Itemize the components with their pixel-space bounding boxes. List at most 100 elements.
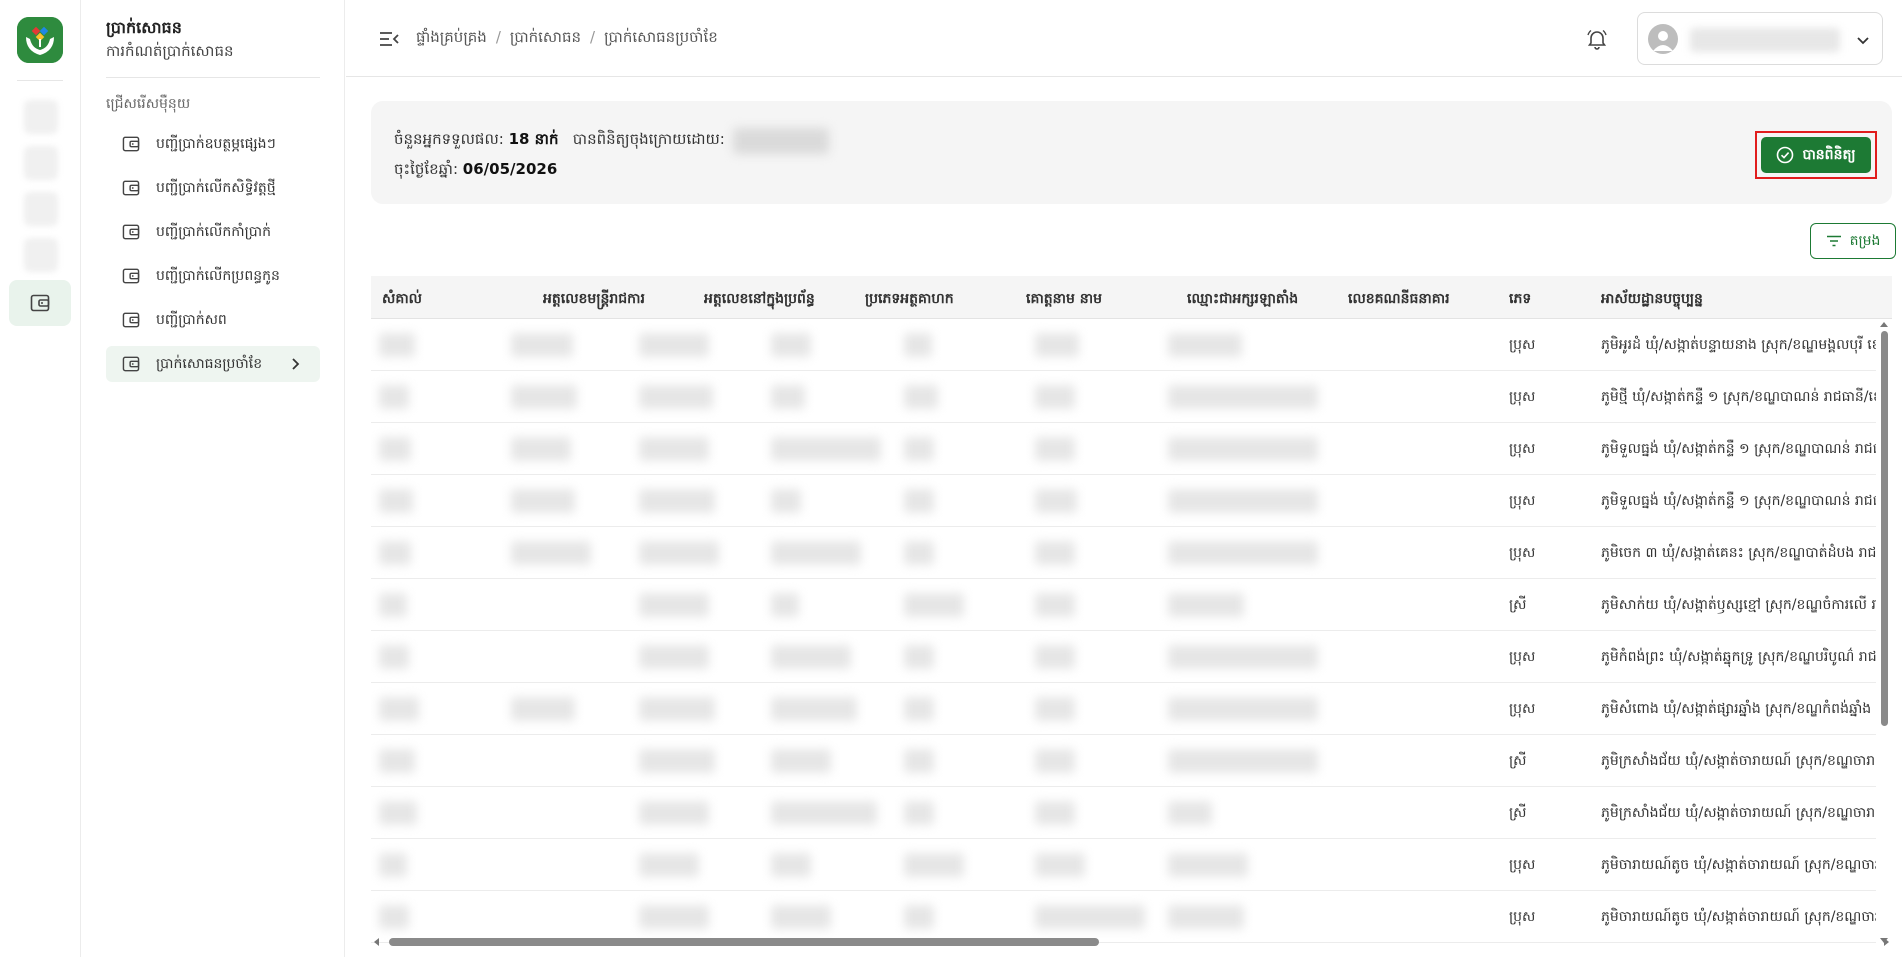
redacted-cell — [1168, 333, 1242, 357]
breadcrumb-dashboard[interactable]: ផ្ទាំងគ្រប់គ្រង — [416, 28, 487, 50]
sidebar-item-monthly-pension[interactable]: ប្រាក់សោធនប្រចាំខែ — [106, 346, 320, 382]
table-row[interactable]: ប្រុស ភូមិថ្មី ឃុំ/សង្កាត់កន្ទឺ ១ ស្រុក/ខ… — [371, 371, 1876, 423]
address-cell: ភូមិចេក ៣ ឃុំ/សង្កាត់គេនះ ស្រុក/ខណ្ឌបាត់… — [1601, 545, 1876, 561]
horizontal-scrollbar[interactable] — [371, 936, 1892, 948]
reviewer-name-redacted — [732, 128, 829, 154]
redacted-cell — [511, 385, 577, 409]
redacted-cell — [771, 905, 831, 929]
table-header: សំគាល់ អត្តលេខមន្ត្រីរាជការ អត្តលេខនៅក្ន… — [371, 276, 1892, 319]
redacted-cell — [1168, 853, 1248, 877]
wallet-icon — [122, 136, 140, 152]
scroll-up-arrow-icon[interactable] — [1880, 322, 1888, 327]
column-header-latin-name[interactable]: ឈ្មោះជាអក្សរឡាតាំង — [1187, 289, 1298, 310]
sidebar-item-new-rights[interactable]: បញ្ជីប្រាក់លើកសិទ្ធិវត្តថ្មី — [106, 170, 320, 206]
rail-item-2[interactable] — [24, 146, 58, 180]
vertical-scroll-thumb[interactable] — [1881, 331, 1888, 726]
table-row[interactable]: ប្រុស ភូមិទួលធ្នង់ ឃុំ/សង្កាត់កន្ទឺ ១ ស្រ… — [371, 475, 1876, 527]
sidebar-item-funeral[interactable]: បញ្ជីប្រាក់សព — [106, 302, 320, 338]
vertical-scrollbar[interactable] — [1878, 319, 1890, 946]
table-row[interactable]: ប្រុស ភូមិចារាយណ៍តូច ឃុំ/សង្កាត់ចារាយណ៍ ស… — [371, 839, 1876, 891]
bell-icon[interactable] — [1585, 27, 1609, 51]
redacted-cell — [639, 697, 715, 721]
redacted-cell — [1168, 697, 1318, 721]
column-header-system-id[interactable]: អត្តលេខនៅក្នុងប្រព័ន្ធ — [704, 289, 815, 310]
verify-highlight: បានពិនិត្យ — [1755, 131, 1877, 179]
column-header-officer-id[interactable]: អត្តលេខមន្ត្រីរាជការ — [543, 289, 645, 310]
menu-section-label: ជ្រើសរើសម៉ឺនុយ — [106, 96, 191, 112]
redacted-cell — [1035, 645, 1075, 669]
scroll-right-arrow-icon[interactable] — [1884, 938, 1889, 946]
table-row[interactable]: ប្រុស ភូមិចេក ៣ ឃុំ/សង្កាត់គេនះ ស្រុក/ខណ្… — [371, 527, 1876, 579]
redacted-cell — [379, 905, 409, 929]
redacted-cell — [771, 593, 799, 617]
address-cell: ភូមិទួលធ្នង់ ឃុំ/សង្កាត់កន្ទឺ ១ ស្រុក/ខណ… — [1601, 441, 1876, 457]
gender-cell: ប្រុស — [1509, 493, 1536, 509]
scroll-left-arrow-icon[interactable] — [374, 938, 379, 946]
verified-button-label: បានពិនិត្យ — [1802, 145, 1856, 162]
rail-item-1[interactable] — [24, 100, 58, 134]
redacted-cell — [1035, 437, 1075, 461]
rail-item-pension[interactable] — [9, 280, 71, 326]
redacted-cell — [904, 749, 934, 773]
column-header-gender[interactable]: ភេទ — [1509, 289, 1531, 310]
redacted-cell — [771, 697, 857, 721]
address-cell: ភូមិទួលធ្នង់ ឃុំ/សង្កាត់កន្ទឺ ១ ស្រុក/ខណ… — [1601, 493, 1876, 509]
redacted-cell — [1035, 697, 1075, 721]
avatar — [1648, 24, 1678, 54]
verified-button[interactable]: បានពិនិត្យ — [1761, 137, 1871, 173]
redacted-cell — [379, 489, 413, 513]
menu-collapse-icon[interactable] — [379, 30, 399, 48]
redacted-cell — [904, 437, 934, 461]
sidebar-item-label: បញ្ជីប្រាក់លើកកាំប្រាក់ — [156, 223, 271, 240]
gender-cell: ប្រុស — [1509, 389, 1536, 405]
horizontal-scroll-thumb[interactable] — [389, 938, 1099, 946]
redacted-cell — [904, 541, 934, 565]
rail-item-4[interactable] — [24, 238, 58, 272]
sidebar-item-other-allowances[interactable]: បញ្ជីប្រាក់ឧបត្ថម្ភផ្សេងៗ — [106, 126, 320, 162]
table-row[interactable]: ប្រុស ភូមិអូរដំ ឃុំ/សង្កាត់បន្ទាយនាង ស្រុ… — [371, 319, 1876, 371]
redacted-cell — [771, 489, 801, 513]
address-cell: ភូមិកំពង់ព្រះ ឃុំ/សង្កាត់ឆ្នុកទ្រូ ស្រុក… — [1601, 649, 1876, 665]
column-header-address[interactable]: អាស័យដ្ឋានបច្ចុប្បន្ន — [1601, 289, 1703, 310]
sidebar-item-salary-increase[interactable]: បញ្ជីប្រាក់លើកកាំប្រាក់ — [106, 214, 320, 250]
redacted-cell — [511, 489, 575, 513]
address-cell: ភូមិសំពោង ឃុំ/សង្កាត់ផ្សារឆ្នាំង ស្រុក/ខ… — [1601, 701, 1876, 717]
rail-item-3[interactable] — [24, 192, 58, 226]
column-header-full-name[interactable]: គោត្តនាម នាម — [1026, 289, 1102, 310]
table-row[interactable]: ស្រី ភូមិក្រសាំងជ័យ ឃុំ/សង្កាត់ចារាយណ៍ ស្… — [371, 735, 1876, 787]
sidebar-divider — [106, 77, 320, 78]
redacted-cell — [1035, 905, 1145, 929]
breadcrumb-pension[interactable]: ប្រាក់សោធន — [510, 28, 581, 50]
table-row[interactable]: ប្រុស ភូមិទួលធ្នង់ ឃុំ/សង្កាត់កន្ទឺ ១ ស្រ… — [371, 423, 1876, 475]
sidebar-item-label: បញ្ជីប្រាក់ឧបត្ថម្ភផ្សេងៗ — [156, 135, 276, 152]
redacted-cell — [639, 437, 709, 461]
gender-cell: ស្រី — [1509, 805, 1527, 821]
redacted-cell — [511, 333, 573, 357]
sidebar-item-family[interactable]: បញ្ជីប្រាក់លើកប្រពន្ធកូន — [106, 258, 320, 294]
column-header-bank-account[interactable]: លេខគណនីធនាគារ — [1348, 289, 1450, 310]
gender-cell: ប្រុស — [1509, 909, 1536, 925]
app-logo[interactable] — [17, 17, 63, 63]
redacted-cell — [1168, 905, 1244, 929]
filter-button[interactable]: តម្រង — [1810, 223, 1896, 259]
breadcrumb: ផ្ទាំងគ្រប់គ្រង / ប្រាក់សោធន / ប្រាក់សោធ… — [416, 28, 718, 50]
user-menu[interactable] — [1637, 12, 1883, 65]
table-row[interactable]: ស្រី ភូមិក្រសាំងជ័យ ឃុំ/សង្កាត់ចារាយណ៍ ស្… — [371, 787, 1876, 839]
table-row[interactable]: ប្រុស ភូមិសំពោង ឃុំ/សង្កាត់ផ្សារឆ្នាំង ស្… — [371, 683, 1876, 735]
wallet-icon — [122, 312, 140, 328]
gender-cell: ស្រី — [1509, 597, 1527, 613]
address-cell: ភូមិថ្មី ឃុំ/សង្កាត់កន្ទឺ ១ ស្រុក/ខណ្ឌបា… — [1601, 389, 1876, 405]
redacted-cell — [1035, 385, 1075, 409]
gender-cell: ប្រុស — [1509, 337, 1536, 353]
redacted-cell — [1168, 749, 1318, 773]
address-cell: ភូមិក្រសាំងជ័យ ឃុំ/សង្កាត់ចារាយណ៍ ស្រុក/… — [1601, 753, 1876, 769]
table-row[interactable]: ស្រី ភូមិសាក់យ ឃុំ/សង្កាត់ឫស្សខ្មៅ ស្រុក/… — [371, 579, 1876, 631]
column-header-note[interactable]: សំគាល់ — [382, 289, 422, 310]
gender-cell: ប្រុស — [1509, 701, 1536, 717]
column-header-beneficiary-type[interactable]: ប្រភេទអត្ថគាហក — [865, 289, 954, 310]
table-row[interactable]: ប្រុស ភូមិកំពង់ព្រះ ឃុំ/សង្កាត់ឆ្នុកទ្រូ … — [371, 631, 1876, 683]
rail-divider — [17, 80, 63, 81]
breadcrumb-separator: / — [590, 28, 596, 46]
redacted-cell — [771, 749, 831, 773]
summary-card: ចំនួនអ្នកទទួលផល: 18 នាក់ បានពិនិត្យចុងក្… — [371, 101, 1892, 204]
